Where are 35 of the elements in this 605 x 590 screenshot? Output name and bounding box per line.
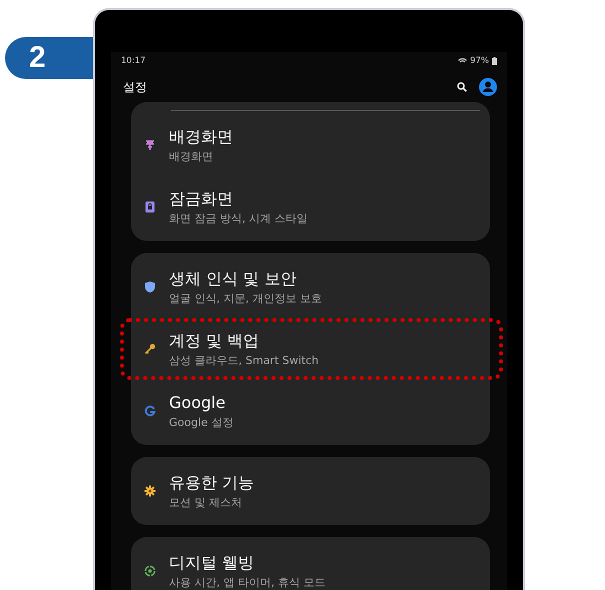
settings-item[interactable]: 유용한 기능 모션 및 제스처 bbox=[131, 460, 490, 522]
search-icon[interactable] bbox=[457, 82, 467, 92]
settings-item[interactable]: 잠금화면 화면 잠금 방식, 시계 스타일 bbox=[131, 176, 490, 238]
settings-item[interactable]: 계정 및 백업 삼성 클라우드, Smart Switch bbox=[131, 318, 490, 380]
settings-item[interactable]: 디지털 웰빙 사용 시간, 앱 타이머, 휴식 모드 bbox=[131, 540, 490, 590]
item-subtitle: 얼굴 인식, 지문, 개인정보 보호 bbox=[169, 292, 322, 306]
item-title: 계정 및 백업 bbox=[169, 330, 260, 350]
battery-percent: 97% bbox=[470, 56, 489, 66]
item-title: 유용한 기능 bbox=[169, 472, 254, 492]
item-subtitle: 배경화면 bbox=[169, 150, 214, 164]
settings-item[interactable]: 생체 인식 및 보안 얼굴 인식, 지문, 개인정보 보호 bbox=[131, 256, 490, 318]
item-title: 잠금화면 bbox=[169, 188, 234, 208]
lock-icon bbox=[144, 201, 156, 213]
wellbeing-icon bbox=[144, 565, 156, 577]
item-subtitle: 삼성 클라우드, Smart Switch bbox=[169, 354, 319, 368]
item-title: 배경화면 bbox=[169, 126, 233, 146]
shield-icon bbox=[144, 281, 156, 293]
page-title: 설정 bbox=[123, 78, 147, 96]
item-subtitle: 사용 시간, 앱 타이머, 휴식 모드 bbox=[169, 576, 326, 590]
item-title: 생체 인식 및 보안 bbox=[169, 268, 298, 288]
profile-icon[interactable] bbox=[479, 78, 497, 96]
status-time: 10:17 bbox=[121, 56, 146, 66]
key-icon bbox=[144, 343, 156, 355]
item-title: Google bbox=[169, 392, 226, 412]
gear-icon bbox=[144, 485, 156, 497]
item-title: 디지털 웰빙 bbox=[169, 552, 256, 572]
settings-item[interactable]: 배경화면 배경화면 bbox=[131, 114, 490, 176]
wifi-icon bbox=[458, 58, 468, 64]
item-subtitle: Google 설정 bbox=[169, 416, 234, 430]
wallpaper-icon bbox=[144, 139, 156, 151]
battery-icon bbox=[492, 57, 497, 65]
logo-icon bbox=[144, 405, 156, 417]
item-subtitle: 화면 잠금 방식, 시계 스타일 bbox=[169, 212, 308, 226]
settings-item[interactable]: Google Google 설정 bbox=[131, 380, 490, 442]
item-subtitle: 모션 및 제스처 bbox=[169, 496, 243, 510]
